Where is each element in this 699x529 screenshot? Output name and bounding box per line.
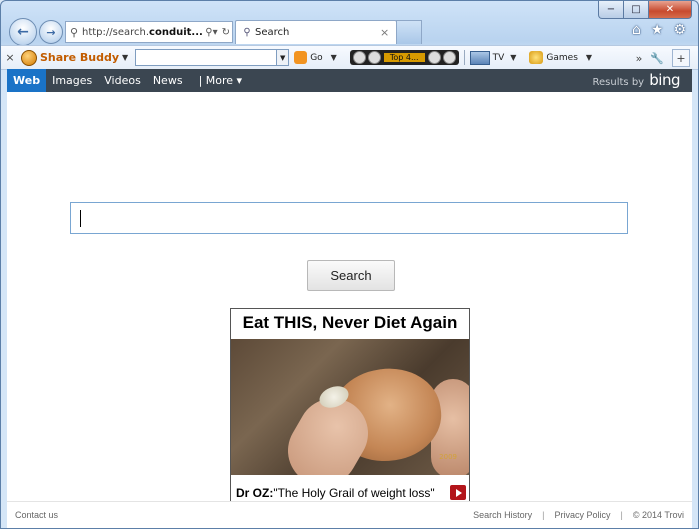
footer: Contact us Search History | Privacy Poli… [7, 501, 692, 528]
privacy-policy-link[interactable]: Privacy Policy [554, 510, 610, 520]
go-icon[interactable] [294, 51, 308, 64]
tv-icon [469, 50, 490, 65]
url-prefix: http://search. [82, 26, 150, 38]
browser-right-icons: ⌂ ★ ⚙ [632, 22, 686, 38]
toolbar-close-icon[interactable]: × [1, 51, 19, 64]
play-icon[interactable] [367, 51, 381, 64]
page-content: Search Eat THIS, Never Diet Again 2009 D… [7, 92, 692, 528]
share-buddy-icon [21, 49, 37, 66]
search-button[interactable]: Search [307, 260, 395, 291]
volume-icon[interactable] [427, 51, 441, 64]
caption-source: Dr OZ: [236, 486, 274, 500]
more-chevron-icon[interactable]: » [636, 52, 643, 65]
forward-button[interactable]: → [39, 20, 63, 44]
bing-logo: bing [649, 71, 680, 89]
results-by-bing: Results by bing [592, 69, 681, 94]
stop-icon[interactable] [442, 51, 456, 64]
contact-link[interactable]: Contact us [15, 510, 58, 520]
wrench-icon[interactable]: 🔧 [650, 52, 664, 65]
caption-text: "The Holy Grail of weight loss" [273, 486, 435, 500]
new-tab-button[interactable] [396, 20, 422, 44]
chevron-down-icon[interactable]: ▼ [277, 49, 290, 66]
nav-item-more[interactable]: | More ▾ [193, 69, 249, 92]
prev-icon[interactable] [352, 51, 366, 64]
chevron-down-icon[interactable]: ▼ [331, 53, 337, 62]
ad-headline[interactable]: Eat THIS, Never Diet Again [231, 309, 469, 339]
nav-item-images[interactable]: Images [46, 69, 98, 92]
radio-player[interactable]: Top 4... [349, 50, 459, 65]
photo-stamp: 2009 [439, 453, 457, 461]
games-button[interactable]: Games [546, 53, 577, 63]
add-button[interactable]: + [672, 49, 690, 67]
go-button[interactable]: Go [310, 53, 322, 63]
search-icon: ⚲ [243, 27, 251, 38]
footer-links: Search History | Privacy Policy | © 2014… [473, 510, 684, 520]
main-search-input[interactable] [70, 202, 628, 234]
back-arrow-icon: ← [17, 24, 29, 40]
brand-name: Share Buddy [40, 51, 120, 64]
nav-item-videos[interactable]: Videos [98, 69, 147, 92]
games-icon [529, 51, 544, 64]
gear-icon[interactable]: ⚙ [673, 22, 686, 38]
chevron-down-icon[interactable]: ▼ [586, 53, 592, 62]
copyright-text: © 2014 Trovi [632, 510, 684, 520]
address-url[interactable]: http://search.conduit... [82, 27, 203, 38]
tab-label: Search [255, 27, 290, 38]
nav-item-news[interactable]: News [147, 69, 189, 92]
search-history-link[interactable]: Search History [473, 510, 532, 520]
site-navigation: Web Images Videos News | More ▾ Results … [7, 69, 692, 92]
tv-button[interactable]: TV [493, 53, 505, 63]
star-icon[interactable]: ★ [651, 22, 664, 38]
url-domain: conduit... [149, 26, 203, 38]
footer-separator: | [620, 510, 623, 520]
address-bar[interactable]: ⚲ http://search.conduit... ⚲▾ ↻ [65, 21, 233, 43]
chevron-down-icon[interactable]: ▼ [122, 53, 128, 62]
footer-separator: | [542, 510, 545, 520]
search-dropdown-icon[interactable]: ⚲▾ [203, 27, 219, 38]
minimize-button[interactable]: − [598, 1, 624, 19]
share-buddy-toolbar: × Share Buddy ▼ ▼ Go ▼ Top 4... TV ▼ Gam… [1, 45, 698, 70]
back-button[interactable]: ← [9, 18, 37, 46]
tab-search[interactable]: ⚲ Search × [235, 20, 397, 44]
chevron-down-icon[interactable]: ▼ [510, 53, 516, 62]
advertisement[interactable]: Eat THIS, Never Diet Again 2009 Dr OZ:"T… [230, 308, 470, 508]
toolbar-right: » 🔧 + [636, 49, 690, 67]
maximize-button[interactable]: □ [624, 1, 649, 19]
text-caret [80, 210, 81, 227]
toolbar-search-input[interactable] [135, 49, 278, 66]
home-icon[interactable]: ⌂ [632, 22, 641, 38]
divider [463, 50, 465, 65]
navigation-row: ← → ⚲ http://search.conduit... ⚲▾ ↻ ⚲ Se… [7, 18, 692, 46]
browser-window: − □ ✕ ← → ⚲ http://search.conduit... ⚲▾ … [0, 0, 699, 529]
tab-close-icon[interactable]: × [380, 26, 396, 39]
share-buddy-logo[interactable]: Share Buddy [21, 49, 120, 66]
refresh-icon[interactable]: ↻ [220, 27, 232, 38]
forward-arrow-icon: → [46, 25, 56, 39]
window-controls: − □ ✕ [598, 1, 692, 19]
radio-station-label[interactable]: Top 4... [383, 53, 425, 62]
nav-item-web[interactable]: Web [7, 69, 47, 92]
search-icon: ⚲ [69, 25, 79, 39]
close-window-button[interactable]: ✕ [649, 1, 692, 19]
play-icon[interactable] [450, 485, 466, 500]
results-by-label: Results by [592, 77, 645, 88]
ad-photo[interactable]: 2009 [231, 339, 469, 475]
